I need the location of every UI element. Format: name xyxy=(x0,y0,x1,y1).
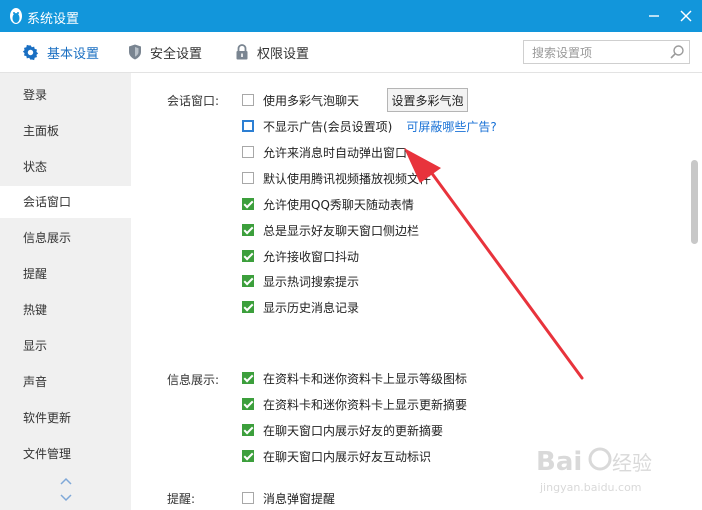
tab-label: 基本设置 xyxy=(47,46,100,62)
section-label-reminder: 提醒: xyxy=(167,492,196,506)
sidebar-item-chat-window[interactable]: 会话窗口 xyxy=(0,186,131,218)
option-label: 不显示广告(会员设置项) xyxy=(263,119,393,134)
tab-security-settings[interactable]: 安全设置 xyxy=(128,32,202,72)
svg-text:jingyan.baidu.com: jingyan.baidu.com xyxy=(539,481,642,494)
tab-basic-settings[interactable]: 基本设置 xyxy=(22,32,99,72)
sidebar-item-info-display[interactable]: 信息展示 xyxy=(0,222,131,254)
option-label: 总是显示好友聊天窗口侧边栏 xyxy=(263,223,420,238)
checkbox[interactable] xyxy=(242,492,254,504)
minimize-button[interactable] xyxy=(640,4,668,28)
option-label: 在聊天窗口内展示好友的更新摘要 xyxy=(263,423,444,438)
chevron-down-icon[interactable] xyxy=(58,493,74,503)
checkbox[interactable] xyxy=(242,224,254,236)
option-qq-show-emotes[interactable]: 允许使用QQ秀聊天随动表情 xyxy=(242,195,414,213)
option-label: 在资料卡和迷你资料卡上显示更新摘要 xyxy=(263,397,468,412)
sidebar-item-reminder[interactable]: 提醒 xyxy=(0,258,131,290)
search-input[interactable] xyxy=(530,42,669,64)
close-button[interactable] xyxy=(672,4,700,28)
checkbox[interactable] xyxy=(242,198,254,210)
option-update-summary-chat[interactable]: 在聊天窗口内展示好友的更新摘要 xyxy=(242,421,443,439)
sidebar-item-file-management[interactable]: 文件管理 xyxy=(0,438,131,470)
settings-sidebar: 登录 主面板 状态 会话窗口 信息展示 提醒 热键 显示 声音 软件更新 文件管… xyxy=(0,73,131,510)
option-label: 显示历史消息记录 xyxy=(263,300,360,315)
sidebar-item-hotkey[interactable]: 热键 xyxy=(0,294,131,326)
option-message-popup[interactable]: 消息弹窗提醒 xyxy=(242,489,335,507)
svg-text:经验: 经验 xyxy=(612,451,652,475)
window-title: 系统设置 xyxy=(27,12,80,27)
title-bar: 系统设置 xyxy=(0,0,702,32)
ads-info-link[interactable]: 可屏蔽哪些广告? xyxy=(406,118,496,135)
shield-icon xyxy=(129,44,141,60)
sidebar-item-main-panel[interactable]: 主面板 xyxy=(0,115,131,147)
option-interaction-marks[interactable]: 在聊天窗口内展示好友互动标识 xyxy=(242,447,431,465)
option-label: 消息弹窗提醒 xyxy=(263,491,336,506)
option-label: 在资料卡和迷你资料卡上显示等级图标 xyxy=(263,371,468,386)
search-icon[interactable] xyxy=(669,44,685,60)
search-box[interactable] xyxy=(523,40,690,64)
tab-permission-settings[interactable]: 权限设置 xyxy=(235,32,309,72)
set-colorful-bubble-button[interactable]: 设置多彩气泡 xyxy=(387,88,468,112)
qq-penguin-icon xyxy=(10,8,22,24)
option-label: 默认使用腾讯视频播放视频文件 xyxy=(263,171,432,186)
checkbox[interactable] xyxy=(242,250,254,262)
option-colorful-bubble[interactable]: 使用多彩气泡聊天 xyxy=(242,91,359,109)
minimize-icon xyxy=(649,15,659,17)
checkbox[interactable] xyxy=(242,94,254,106)
option-label: 允许来消息时自动弹出窗口 xyxy=(263,145,408,160)
option-level-icon[interactable]: 在资料卡和迷你资料卡上显示等级图标 xyxy=(242,369,467,387)
section-label-chat-window: 会话窗口: xyxy=(167,94,220,108)
option-history-messages[interactable]: 显示历史消息记录 xyxy=(242,298,359,316)
checkbox[interactable] xyxy=(242,398,254,410)
sidebar-item-display[interactable]: 显示 xyxy=(0,330,131,362)
checkbox[interactable] xyxy=(242,120,254,132)
option-tencent-video-default[interactable]: 默认使用腾讯视频播放视频文件 xyxy=(242,169,431,187)
close-icon xyxy=(680,10,692,22)
option-hotword-hints[interactable]: 显示热词搜索提示 xyxy=(242,272,359,290)
option-label: 显示热词搜索提示 xyxy=(263,274,360,289)
option-hide-ads[interactable]: 不显示广告(会员设置项) 可屏蔽哪些广告? xyxy=(242,117,497,135)
settings-tabs: 基本设置 安全设置 权限设置 xyxy=(0,32,702,73)
sidebar-item-login[interactable]: 登录 xyxy=(0,79,131,111)
checkbox[interactable] xyxy=(242,275,254,287)
option-show-sidebar[interactable]: 总是显示好友聊天窗口侧边栏 xyxy=(242,221,419,239)
baidu-jingyan-watermark: Bai 经验 jingyan.baidu.com xyxy=(536,447,652,494)
section-label-info-display: 信息展示: xyxy=(167,373,220,387)
chevron-up-icon[interactable] xyxy=(58,476,74,486)
checkbox[interactable] xyxy=(242,146,254,158)
sidebar-item-status[interactable]: 状态 xyxy=(0,151,131,183)
sidebar-item-sound[interactable]: 声音 xyxy=(0,366,131,398)
checkbox[interactable] xyxy=(242,172,254,184)
option-label: 在聊天窗口内展示好友互动标识 xyxy=(263,449,432,464)
svg-text:Bai: Bai xyxy=(536,447,582,477)
scrollbar-thumb[interactable] xyxy=(691,160,698,244)
option-label: 允许使用QQ秀聊天随动表情 xyxy=(263,197,414,212)
option-label: 允许接收窗口抖动 xyxy=(263,249,360,264)
checkbox[interactable] xyxy=(242,372,254,384)
option-update-summary-card[interactable]: 在资料卡和迷你资料卡上显示更新摘要 xyxy=(242,395,467,413)
lock-icon xyxy=(236,44,248,60)
tab-label: 安全设置 xyxy=(150,46,203,62)
checkbox[interactable] xyxy=(242,424,254,436)
checkbox[interactable] xyxy=(242,450,254,462)
gear-icon xyxy=(22,44,39,60)
checkbox[interactable] xyxy=(242,301,254,313)
option-label: 使用多彩气泡聊天 xyxy=(263,93,360,108)
option-auto-popup-window[interactable]: 允许来消息时自动弹出窗口 xyxy=(242,143,407,161)
tab-label: 权限设置 xyxy=(257,46,310,62)
option-window-shake[interactable]: 允许接收窗口抖动 xyxy=(242,247,359,265)
sidebar-item-software-update[interactable]: 软件更新 xyxy=(0,402,131,434)
